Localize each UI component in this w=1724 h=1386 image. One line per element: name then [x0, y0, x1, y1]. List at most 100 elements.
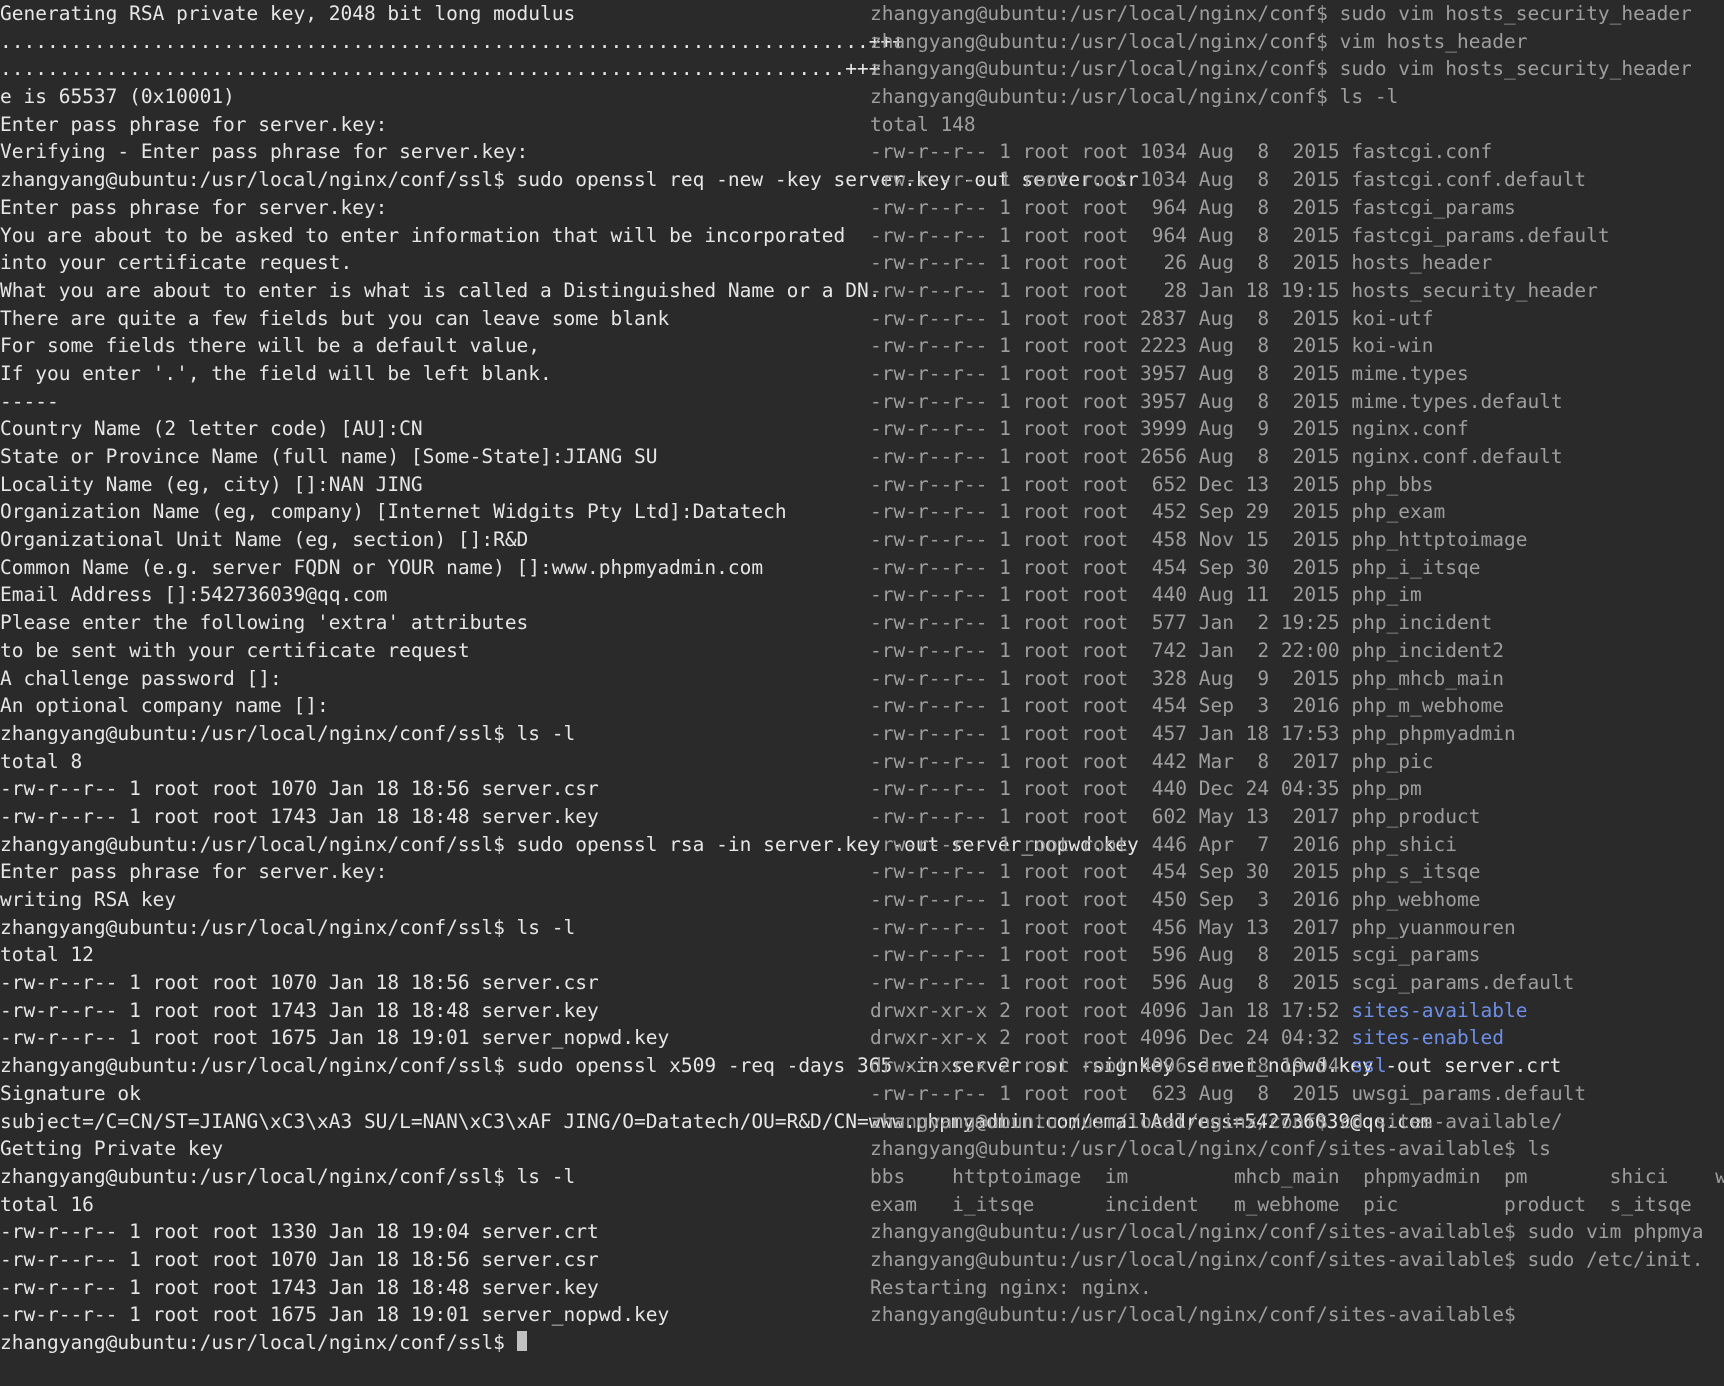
terminal-line: Enter pass phrase for server.key: [0, 111, 870, 139]
terminal-line: -rw-r--r-- 1 root root 457 Jan 18 17:53 … [870, 720, 1724, 748]
terminal-line: Generating RSA private key, 2048 bit lon… [0, 0, 870, 28]
right-terminal[interactable]: zhangyang@ubuntu:/usr/local/nginx/conf$ … [870, 0, 1724, 1329]
terminal-line: -rw-r--r-- 1 root root 442 Mar 8 2017 ph… [870, 748, 1724, 776]
terminal-line: Enter pass phrase for server.key: [0, 194, 870, 222]
terminal-line: -rw-r--r-- 1 root root 452 Sep 29 2015 p… [870, 498, 1724, 526]
terminal-line: Email Address []:542736039@qq.com [0, 581, 870, 609]
terminal-line: -rw-r--r-- 1 root root 652 Dec 13 2015 p… [870, 471, 1724, 499]
terminal-line: bbs httptoimage im mhcb_main phpmyadmin … [870, 1163, 1724, 1191]
terminal-line: -rw-r--r-- 1 root root 596 Aug 8 2015 sc… [870, 969, 1724, 997]
terminal-line: -rw-r--r-- 1 root root 450 Sep 3 2016 ph… [870, 886, 1724, 914]
terminal-line: -rw-r--r-- 1 root root 964 Aug 8 2015 fa… [870, 222, 1724, 250]
terminal-line: -rw-r--r-- 1 root root 1675 Jan 18 19:01… [0, 1301, 870, 1329]
terminal-line: -rw-r--r-- 1 root root 28 Jan 18 19:15 h… [870, 277, 1724, 305]
terminal-line: writing RSA key [0, 886, 870, 914]
terminal-line: -rw-r--r-- 1 root root 1070 Jan 18 18:56… [0, 969, 870, 997]
terminal-line: zhangyang@ubuntu:/usr/local/nginx/conf$ … [870, 83, 1724, 111]
terminal-line: -rw-r--r-- 1 root root 602 May 13 2017 p… [870, 803, 1724, 831]
terminal-line: If you enter '.', the field will be left… [0, 360, 870, 388]
terminal-line: total 8 [0, 748, 870, 776]
terminal-line: -rw-r--r-- 1 root root 1743 Jan 18 18:48… [0, 803, 870, 831]
terminal-line: zhangyang@ubuntu:/usr/local/nginx/conf/s… [0, 720, 870, 748]
terminal-line: -rw-r--r-- 1 root root 454 Sep 30 2015 p… [870, 554, 1724, 582]
terminal-line: Enter pass phrase for server.key: [0, 858, 870, 886]
terminal-line: zhangyang@ubuntu:/usr/local/nginx/conf/s… [0, 1329, 870, 1357]
terminal-line: Locality Name (eg, city) []:NAN JING [0, 471, 870, 499]
terminal-line: ----- [0, 388, 870, 416]
terminal-line: zhangyang@ubuntu:/usr/local/nginx/conf/s… [0, 1163, 870, 1191]
terminal-line: -rw-r--r-- 1 root root 2223 Aug 8 2015 k… [870, 332, 1724, 360]
terminal-line-dir: drwxr-xr-x 2 root root 4096 Jan 18 19:04… [870, 1052, 1724, 1080]
terminal-line: subject=/C=CN/ST=JIANG\xC3\xA3 SU/L=NAN\… [0, 1108, 870, 1136]
terminal-line: Common Name (e.g. server FQDN or YOUR na… [0, 554, 870, 582]
terminal-line: -rw-r--r-- 1 root root 2656 Aug 8 2015 n… [870, 443, 1724, 471]
terminal-line: -rw-r--r-- 1 root root 454 Sep 3 2016 ph… [870, 692, 1724, 720]
terminal-line: Country Name (2 letter code) [AU]:CN [0, 415, 870, 443]
terminal-line: -rw-r--r-- 1 root root 964 Aug 8 2015 fa… [870, 194, 1724, 222]
left-terminal[interactable]: Generating RSA private key, 2048 bit lon… [0, 0, 870, 1357]
terminal-line: ........................................… [0, 55, 870, 83]
terminal-line: to be sent with your certificate request [0, 637, 870, 665]
terminal-line: zhangyang@ubuntu:/usr/local/nginx/conf/s… [0, 914, 870, 942]
terminal-line: -rw-r--r-- 1 root root 458 Nov 15 2015 p… [870, 526, 1724, 554]
terminal-line: total 12 [0, 941, 870, 969]
terminal-line: -rw-r--r-- 1 root root 623 Aug 8 2015 uw… [870, 1080, 1724, 1108]
terminal-line: Organization Name (eg, company) [Interne… [0, 498, 870, 526]
terminal-line: -rw-r--r-- 1 root root 1743 Jan 18 18:48… [0, 1274, 870, 1302]
terminal-line: zhangyang@ubuntu:/usr/local/nginx/conf/s… [0, 1052, 870, 1080]
directory-name: ssl [1351, 1054, 1386, 1077]
terminal-line: -rw-r--r-- 1 root root 3957 Aug 8 2015 m… [870, 360, 1724, 388]
terminal-line: -rw-r--r-- 1 root root 454 Sep 30 2015 p… [870, 858, 1724, 886]
terminal-line: -rw-r--r-- 1 root root 456 May 13 2017 p… [870, 914, 1724, 942]
terminal-line: zhangyang@ubuntu:/usr/local/nginx/conf/s… [870, 1135, 1724, 1163]
directory-name: sites-enabled [1351, 1026, 1504, 1049]
terminal-line: Restarting nginx: nginx. [870, 1274, 1724, 1302]
terminal-line: There are quite a few fields but you can… [0, 305, 870, 333]
terminal-line: total 16 [0, 1191, 870, 1219]
terminal-line: zhangyang@ubuntu:/usr/local/nginx/conf/s… [870, 1246, 1724, 1274]
terminal-line: Organizational Unit Name (eg, section) [… [0, 526, 870, 554]
terminal-line: e is 65537 (0x10001) [0, 83, 870, 111]
terminal-line: -rw-r--r-- 1 root root 1034 Aug 8 2015 f… [870, 166, 1724, 194]
terminal-line: -rw-r--r-- 1 root root 440 Aug 11 2015 p… [870, 581, 1724, 609]
terminal-line: -rw-r--r-- 1 root root 3957 Aug 8 2015 m… [870, 388, 1724, 416]
terminal-line: -rw-r--r-- 1 root root 577 Jan 2 19:25 p… [870, 609, 1724, 637]
terminal-line: zhangyang@ubuntu:/usr/local/nginx/conf/s… [0, 831, 870, 859]
terminal-line: -rw-r--r-- 1 root root 2837 Aug 8 2015 k… [870, 305, 1724, 333]
terminal-line-dir: drwxr-xr-x 2 root root 4096 Dec 24 04:32… [870, 1024, 1724, 1052]
terminal-line: A challenge password []: [0, 665, 870, 693]
terminal-line: Signature ok [0, 1080, 870, 1108]
terminal-line: zhangyang@ubuntu:/usr/local/nginx/conf/s… [0, 166, 870, 194]
terminal-line: -rw-r--r-- 1 root root 440 Dec 24 04:35 … [870, 775, 1724, 803]
terminal-line: You are about to be asked to enter infor… [0, 222, 870, 250]
directory-name: sites-available [1351, 999, 1527, 1022]
terminal-line: -rw-r--r-- 1 root root 742 Jan 2 22:00 p… [870, 637, 1724, 665]
terminal-line: ........................................… [0, 28, 870, 56]
terminal-line-dir: drwxr-xr-x 2 root root 4096 Jan 18 17:52… [870, 997, 1724, 1025]
terminal-line: zhangyang@ubuntu:/usr/local/nginx/conf/s… [870, 1301, 1724, 1329]
terminal-line: State or Province Name (full name) [Some… [0, 443, 870, 471]
terminal-line: total 148 [870, 111, 1724, 139]
terminal-line: For some fields there will be a default … [0, 332, 870, 360]
terminal-line: zhangyang@ubuntu:/usr/local/nginx/conf$ … [870, 0, 1724, 28]
terminal-line: Getting Private key [0, 1135, 870, 1163]
terminal-line: -rw-r--r-- 1 root root 1330 Jan 18 19:04… [0, 1218, 870, 1246]
terminal-line: zhangyang@ubuntu:/usr/local/nginx/conf/s… [870, 1218, 1724, 1246]
terminal-line: zhangyang@ubuntu:/usr/local/nginx/conf$ … [870, 1108, 1724, 1136]
terminal-line: Please enter the following 'extra' attri… [0, 609, 870, 637]
terminal-line: into your certificate request. [0, 249, 870, 277]
terminal-line: -rw-r--r-- 1 root root 3999 Aug 9 2015 n… [870, 415, 1724, 443]
cursor [517, 1331, 527, 1351]
terminal-line: -rw-r--r-- 1 root root 328 Aug 9 2015 ph… [870, 665, 1724, 693]
terminal-line: -rw-r--r-- 1 root root 1070 Jan 18 18:56… [0, 775, 870, 803]
terminal-line: -rw-r--r-- 1 root root 446 Apr 7 2016 ph… [870, 831, 1724, 859]
terminal-line: -rw-r--r-- 1 root root 1743 Jan 18 18:48… [0, 997, 870, 1025]
terminal-line: Verifying - Enter pass phrase for server… [0, 138, 870, 166]
terminal-line: What you are about to enter is what is c… [0, 277, 870, 305]
terminal-line: An optional company name []: [0, 692, 870, 720]
terminal-line: zhangyang@ubuntu:/usr/local/nginx/conf$ … [870, 28, 1724, 56]
terminal-line: -rw-r--r-- 1 root root 596 Aug 8 2015 sc… [870, 941, 1724, 969]
terminal-line: zhangyang@ubuntu:/usr/local/nginx/conf$ … [870, 55, 1724, 83]
terminal-line: exam i_itsqe incident m_webhome pic prod… [870, 1191, 1724, 1219]
terminal-line: -rw-r--r-- 1 root root 1034 Aug 8 2015 f… [870, 138, 1724, 166]
